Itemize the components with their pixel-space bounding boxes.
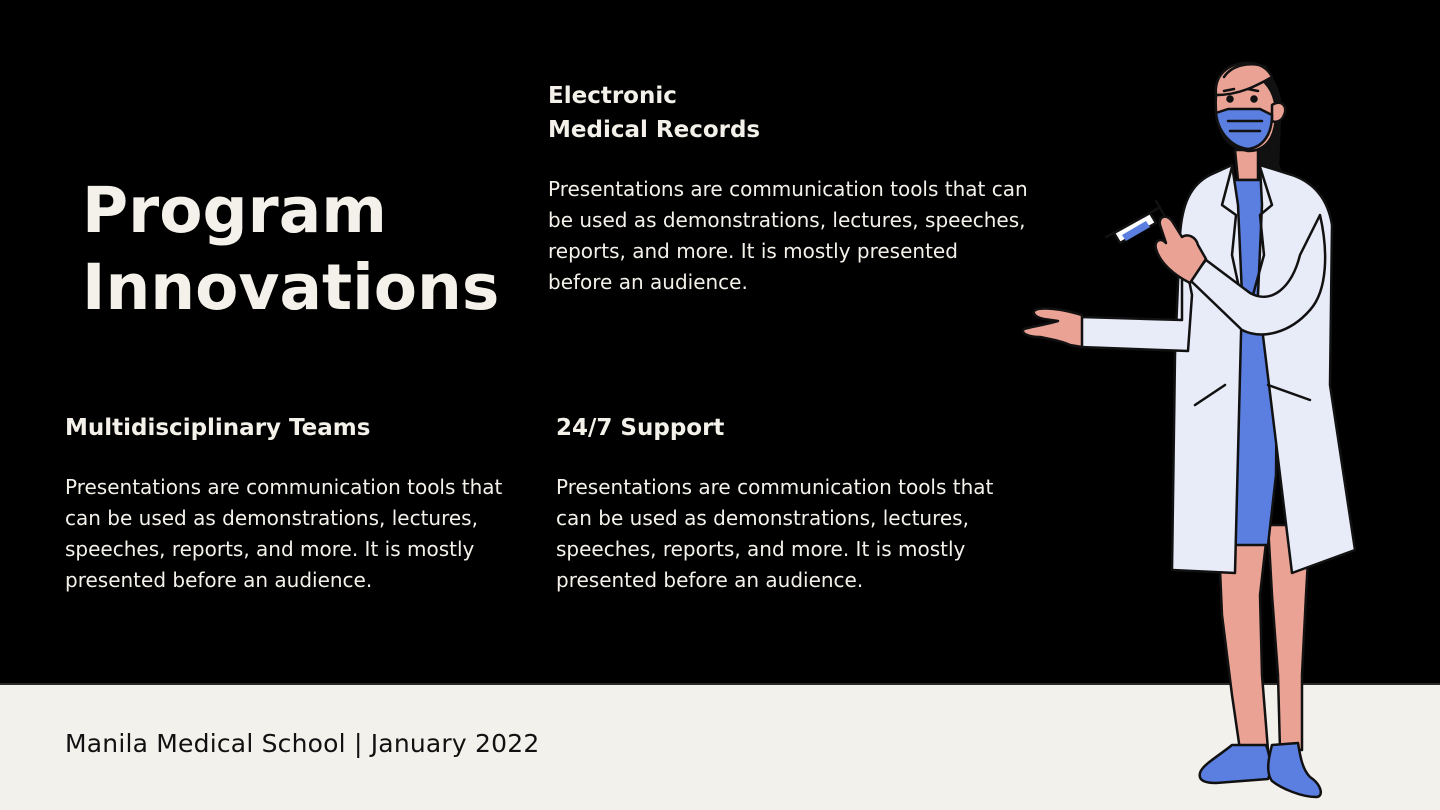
- left-shoe-icon: [1198, 743, 1272, 785]
- doctor-with-syringe-illustration: [1021, 61, 1357, 799]
- emr-heading-line1: Electronic: [548, 83, 677, 109]
- pointing-hand-icon: [1021, 307, 1084, 349]
- multidisciplinary-heading: Multidisciplinary Teams: [65, 415, 371, 441]
- slide-title: Program Innovations: [82, 172, 499, 326]
- slide: Program Innovations Electronic Medical R…: [0, 0, 1440, 810]
- emr-body-text: Presentations are communication tools th…: [548, 177, 1028, 294]
- emr-heading-line2: Medical Records: [548, 117, 761, 143]
- support-heading: 24/7 Support: [556, 415, 725, 441]
- slide-title-line2: Innovations: [82, 251, 500, 324]
- emr-heading: Electronic Medical Records: [548, 79, 760, 147]
- right-shoe-icon: [1267, 741, 1323, 799]
- lab-coat-icon: [1170, 163, 1244, 575]
- syringe-icon: [1104, 199, 1166, 245]
- slide-title-line1: Program: [82, 174, 387, 247]
- support-body-text: Presentations are communication tools th…: [556, 475, 994, 592]
- multidisciplinary-body-text: Presentations are communication tools th…: [65, 475, 503, 592]
- footer-text: Manila Medical School | January 2022: [65, 729, 540, 758]
